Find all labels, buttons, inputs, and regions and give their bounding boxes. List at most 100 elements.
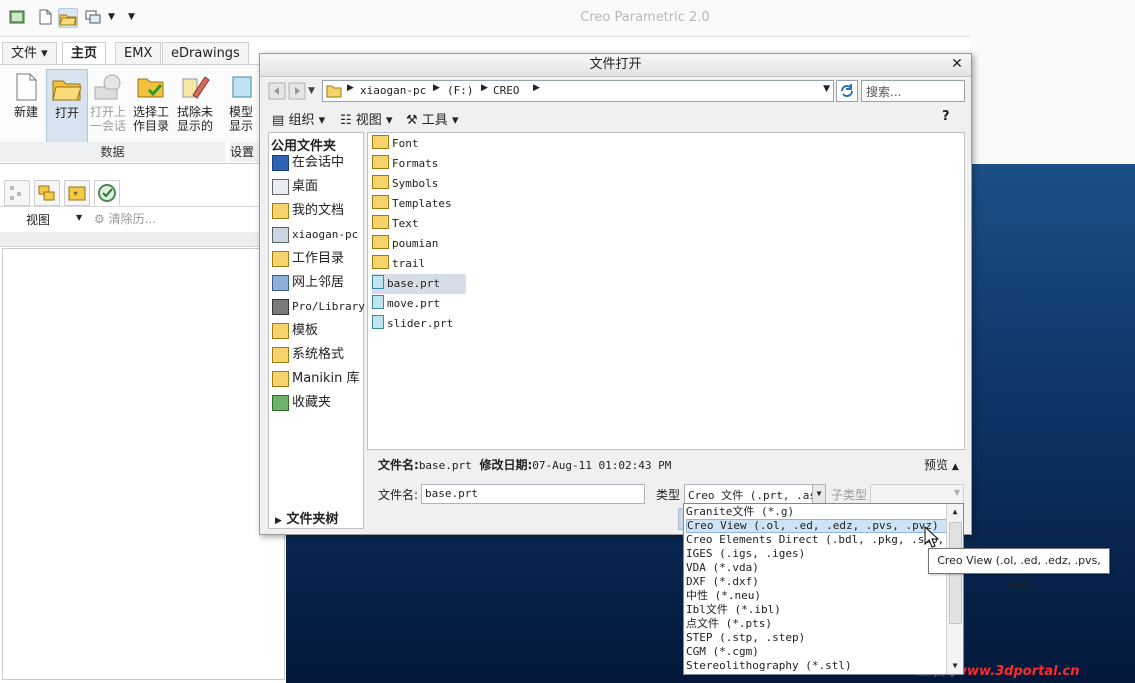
type-option[interactable]: STEP (.stp, .step) [686, 631, 946, 645]
dropdown-icon[interactable]: ▼ [108, 12, 115, 22]
list-item[interactable]: Font [372, 134, 437, 154]
organize-menu[interactable]: ▤ 组织 ▾ [272, 109, 325, 128]
list-item[interactable]: slider.prt [372, 314, 471, 334]
settings-group-label: 设置 [230, 142, 260, 162]
preview-toggle[interactable]: 预览 ▲ [924, 456, 959, 473]
place-computer[interactable]: xiaogan-pc [272, 224, 358, 246]
file-list[interactable]: Font Formats Symbols Templates Text poum… [367, 132, 965, 450]
folder-tree-toggle[interactable]: ▶ 文件夹树 [275, 508, 338, 527]
folder-icon [372, 135, 389, 149]
place-system-formats[interactable]: 系统格式 [272, 344, 344, 366]
open-last-session-button[interactable]: 打开上 一会话 [88, 69, 128, 133]
new-button[interactable]: 新建 [6, 69, 46, 119]
folder-star-icon [272, 250, 289, 267]
place-desktop[interactable]: 桌面 [272, 176, 318, 198]
place-manikin-library[interactable]: Manikin 库 [272, 368, 360, 390]
type-option[interactable]: Ibl文件 (*.ibl) [686, 603, 946, 617]
model-tree-tab[interactable] [4, 180, 30, 206]
type-option[interactable]: DXF (*.dxf) [686, 575, 946, 589]
history-tab[interactable] [94, 180, 120, 205]
open-button[interactable]: 打开 [46, 69, 88, 143]
forward-button[interactable] [288, 82, 306, 100]
breadcrumb-folder[interactable]: CREO [493, 84, 520, 97]
list-item[interactable]: move.prt [372, 294, 458, 314]
search-input[interactable]: 搜索... [861, 80, 965, 102]
back-button[interactable] [268, 82, 286, 100]
favorites-tab[interactable]: * [64, 180, 90, 206]
list-item[interactable]: trail [372, 254, 443, 274]
address-dropdown-icon[interactable]: ▼ [823, 84, 830, 94]
type-option[interactable]: 中性 (*.neu) [686, 589, 946, 603]
folders-icon [38, 185, 55, 201]
view-menu[interactable]: 视图 [26, 211, 50, 228]
type-option[interactable]: CGM (*.cgm) [686, 645, 946, 659]
filename-label: 文件名: [378, 488, 419, 502]
tools-menu[interactable]: ⚒ 工具 ▾ [406, 109, 458, 128]
customize-icon[interactable]: ▼ [128, 12, 135, 22]
type-option[interactable]: IGES (.igs, .iges) [686, 547, 946, 561]
help-icon[interactable]: ? [942, 109, 950, 124]
folder-icon [272, 202, 289, 219]
select-working-directory-button[interactable]: 选择工 作目录 [131, 69, 171, 133]
new-file-icon[interactable] [36, 8, 54, 26]
eraser-icon [179, 71, 211, 103]
views-menu[interactable]: ☷ 视图 ▾ [340, 109, 392, 128]
type-option-highlighted[interactable]: Creo View (.ol, .ed, .edz, .pvs, .pvz) [686, 519, 948, 533]
navigator-toolbar: 视图 ▼ ⚙ 清除历... [0, 206, 286, 232]
address-bar[interactable]: ▶ xiaogan-pc ▶ (F:) ▶ CREO ▶ ▼ [322, 80, 834, 102]
dropdown-scrollbar[interactable]: ▲ ▼ [946, 504, 963, 674]
place-favorites[interactable]: 收藏夹 [272, 392, 331, 414]
type-option[interactable]: VDA (*.vda) [686, 561, 946, 575]
scroll-down-icon[interactable]: ▼ [947, 658, 963, 674]
place-working-directory[interactable]: 工作目录 [272, 248, 344, 270]
list-item[interactable]: Symbols [372, 174, 456, 194]
type-select[interactable]: Creo 文件 (.prt, .as ▼ [684, 484, 826, 504]
list-item[interactable]: Text [372, 214, 437, 234]
refresh-button[interactable] [836, 80, 858, 102]
type-option[interactable]: 点文件 (*.pts) [686, 617, 946, 631]
open-folder-icon[interactable] [58, 8, 78, 28]
chevron-down-icon[interactable]: ▼ [812, 485, 825, 503]
data-group-label: 数据 [0, 142, 225, 162]
place-network[interactable]: 网上邻居 [272, 272, 344, 294]
tab-emx[interactable]: EMX [115, 42, 162, 64]
subtype-select[interactable]: ▼ [870, 484, 964, 504]
tab-home[interactable]: 主页 [62, 42, 107, 65]
tab-edrawings[interactable]: eDrawings [162, 42, 249, 64]
session-icon [92, 71, 124, 103]
list-view-icon: ☷ [340, 113, 352, 128]
chevron-down-icon[interactable]: ▼ [76, 213, 82, 222]
tooltip: Creo View (.ol, .ed, .edz, .pvs, .pvz) [928, 548, 1110, 591]
place-pro-library[interactable]: Pro/Library [272, 296, 365, 318]
tab-file[interactable]: 文件 ▾ [2, 42, 57, 64]
type-option[interactable]: Creo Elements Direct (.bdl, .pkg, .sdp, … [686, 533, 946, 547]
dialog-title: 文件打开 [260, 54, 971, 77]
place-my-documents[interactable]: 我的文档 [272, 200, 344, 222]
breadcrumb-drive[interactable]: (F:) [447, 84, 474, 97]
list-item[interactable]: poumian [372, 234, 456, 254]
session-icon [272, 154, 289, 171]
list-item[interactable]: Formats [372, 154, 456, 174]
type-dropdown-list[interactable]: Granite文件 (*.g) Creo View (.ol, .ed, .ed… [683, 503, 964, 675]
navigator-content[interactable] [2, 248, 285, 680]
type-label: 类型 [656, 488, 681, 502]
place-in-session[interactable]: 在会话中 [272, 152, 344, 174]
list-item-selected[interactable]: base.prt [372, 274, 466, 294]
gear-icon: ⚙ [94, 212, 105, 226]
windows-icon[interactable] [84, 8, 102, 26]
type-option[interactable]: Granite文件 (*.g) [686, 505, 946, 519]
breadcrumb-computer[interactable]: xiaogan-pc [360, 84, 426, 97]
erase-not-displayed-button[interactable]: 拭除未 显示的 [175, 69, 215, 133]
close-icon[interactable]: ✕ [949, 56, 965, 72]
layers-tab[interactable] [34, 180, 60, 206]
type-option[interactable]: Stereolithography (*.stl) [686, 659, 946, 673]
filename-input[interactable]: base.prt [421, 484, 645, 504]
window-icon[interactable] [8, 8, 26, 26]
list-item[interactable]: Templates [372, 194, 470, 214]
scroll-up-icon[interactable]: ▲ [947, 504, 963, 520]
new-file-icon [10, 71, 42, 103]
place-templates[interactable]: 模板 [272, 320, 318, 342]
model-display-button[interactable]: 模型 显示 [224, 69, 258, 133]
history-dropdown-icon[interactable]: ▼ [308, 82, 318, 100]
clear-history-button[interactable]: ⚙ 清除历... [94, 210, 156, 227]
